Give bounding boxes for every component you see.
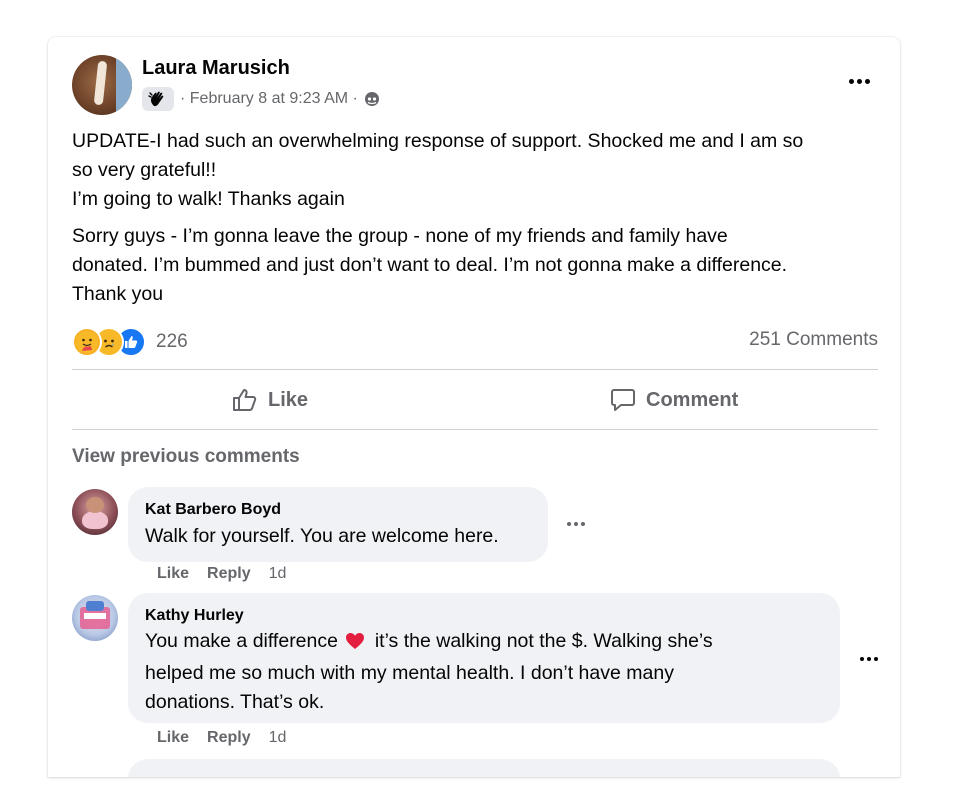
- divider: [72, 369, 878, 370]
- post-body-line: Sorry guys - I’m gonna leave the group -…: [72, 225, 728, 247]
- comment-bubble: [128, 759, 840, 777]
- comment-actions: Like Reply 1d: [157, 565, 286, 583]
- post-update-line: UPDATE-I had such an overwhelming respon…: [72, 130, 804, 152]
- comment-actions: Like Reply 1d: [157, 729, 286, 747]
- like-button-label: Like: [268, 388, 309, 411]
- comment-text-line: donations. That’s ok.: [145, 691, 325, 713]
- post-timestamp[interactable]: · February 8 at 9:23 AM ·: [180, 90, 358, 108]
- comment-more-options-button[interactable]: [567, 522, 585, 526]
- author-avatar[interactable]: [72, 55, 132, 115]
- commenter-avatar[interactable]: [72, 595, 118, 641]
- reaction-count: 226: [156, 331, 188, 352]
- post-meta: · February 8 at 9:23 AM ·: [142, 87, 380, 111]
- comment-reply-button[interactable]: Reply: [207, 729, 251, 747]
- like-button[interactable]: Like: [232, 383, 308, 417]
- globe-icon: [364, 91, 380, 107]
- post-more-options-button[interactable]: [844, 73, 874, 89]
- commenter-avatar[interactable]: [72, 489, 118, 535]
- thumbs-up-icon: [233, 389, 257, 411]
- comment-like-button[interactable]: Like: [157, 565, 189, 583]
- post-update-line: I’m going to walk! Thanks again: [72, 188, 345, 210]
- divider: [72, 429, 878, 430]
- post-card: Laura Marusich · February 8 at 9:23 AM ·…: [48, 37, 900, 777]
- comment-text: Walk for yourself. You are welcome here.: [145, 525, 499, 547]
- comment-text-part: You make a difference: [145, 630, 338, 652]
- red-heart-icon: [345, 630, 365, 659]
- post-body: UPDATE-I had such an overwhelming respon…: [72, 127, 882, 317]
- reactions-summary[interactable]: 226: [72, 327, 188, 357]
- comment-author[interactable]: Kathy Hurley: [145, 607, 244, 625]
- comment-text: You make a difference it’s the walking n…: [145, 627, 825, 717]
- comment-text-part: it’s the walking not the $. Walking she’…: [374, 630, 713, 652]
- waving-hand-icon[interactable]: [142, 87, 174, 111]
- comment-time[interactable]: 1d: [269, 565, 287, 583]
- post-author[interactable]: Laura Marusich: [142, 57, 290, 80]
- post-body-line: Thank you: [72, 283, 164, 305]
- speech-bubble-icon: [611, 389, 635, 411]
- care-icon: [72, 327, 102, 357]
- comments-count-link[interactable]: 251 Comments: [749, 329, 878, 351]
- comment-time[interactable]: 1d: [269, 729, 287, 747]
- comment-reply-button[interactable]: Reply: [207, 565, 251, 583]
- comment-button[interactable]: Comment: [610, 383, 738, 417]
- comment-button-label: Comment: [646, 388, 739, 411]
- comment-more-options-button[interactable]: [860, 657, 878, 661]
- post-body-line: donated. I’m bummed and just don’t want …: [72, 254, 788, 276]
- comment-author[interactable]: Kat Barbero Boyd: [145, 501, 281, 519]
- comment-like-button[interactable]: Like: [157, 729, 189, 747]
- comment-text-line: helped me so much with my mental health.…: [145, 662, 674, 684]
- post-update-line: so very grateful!!: [72, 159, 217, 181]
- view-previous-comments-link[interactable]: View previous comments: [72, 446, 300, 468]
